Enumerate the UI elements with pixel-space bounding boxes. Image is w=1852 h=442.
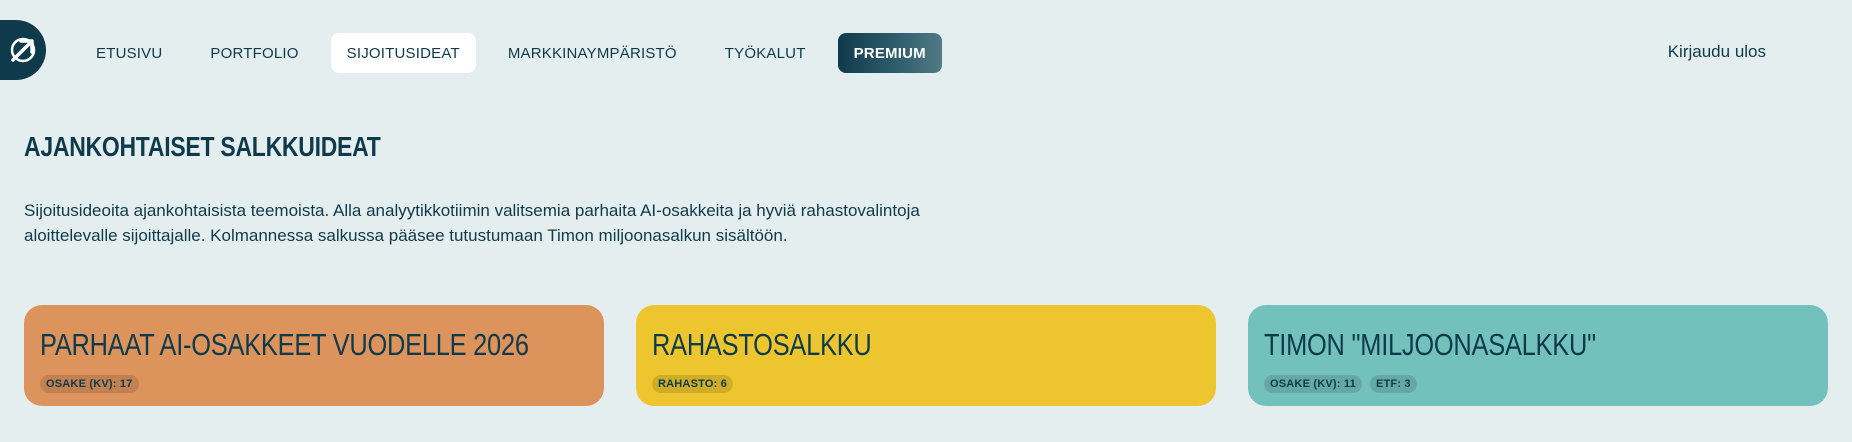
portfolio-card-timo-million[interactable]: TIMON "MILJOONASALKKU" OSAKE (KV): 11 ET… xyxy=(1248,305,1828,406)
main-nav: ETUSIVU PORTFOLIO SIJOITUSIDEAT MARKKINA… xyxy=(80,33,958,73)
portfolio-card-fund[interactable]: RAHASTOSALKKU RAHASTO: 6 xyxy=(636,305,1216,406)
portfolio-cards: PARHAAT AI-OSAKKEET VUODELLE 2026 OSAKE … xyxy=(24,305,1828,406)
nav-item-markkinaymparisto[interactable]: MARKKINAYMPÄRISTÖ xyxy=(492,33,693,73)
card-title: TIMON "MILJOONASALKKU" xyxy=(1264,327,1596,362)
portfolio-card-ai-stocks[interactable]: PARHAAT AI-OSAKKEET VUODELLE 2026 OSAKE … xyxy=(24,305,604,406)
card-badges: OSAKE (KV): 17 xyxy=(40,375,588,393)
page-title: AJANKOHTAISET SALKKUIDEAT xyxy=(24,131,381,162)
logo[interactable] xyxy=(0,20,46,80)
page: ETUSIVU PORTFOLIO SIJOITUSIDEAT MARKKINA… xyxy=(0,0,1852,442)
nav-item-etusivu[interactable]: ETUSIVU xyxy=(80,33,178,73)
nav-item-portfolio[interactable]: PORTFOLIO xyxy=(194,33,314,73)
card-badges: RAHASTO: 6 xyxy=(652,375,1200,393)
count-badge: OSAKE (KV): 17 xyxy=(40,375,139,393)
card-title: RAHASTOSALKKU xyxy=(652,327,872,362)
count-badge: RAHASTO: 6 xyxy=(652,375,734,393)
nav-item-tyokalut[interactable]: TYÖKALUT xyxy=(709,33,822,73)
count-badge: ETF: 3 xyxy=(1369,375,1417,393)
logout-link[interactable]: Kirjaudu ulos xyxy=(1668,42,1766,62)
arrow-up-right-icon xyxy=(10,37,36,63)
nav-item-sijoitusideat[interactable]: SIJOITUSIDEAT xyxy=(330,33,476,73)
intro-text: Sijoitusideoita ajankohtaisista teemoist… xyxy=(24,201,920,245)
card-badges: OSAKE (KV): 11 ETF: 3 xyxy=(1264,375,1812,393)
nav-item-premium[interactable]: PREMIUM xyxy=(837,33,942,73)
count-badge: OSAKE (KV): 11 xyxy=(1264,375,1362,393)
card-title: PARHAAT AI-OSAKKEET VUODELLE 2026 xyxy=(40,327,529,362)
